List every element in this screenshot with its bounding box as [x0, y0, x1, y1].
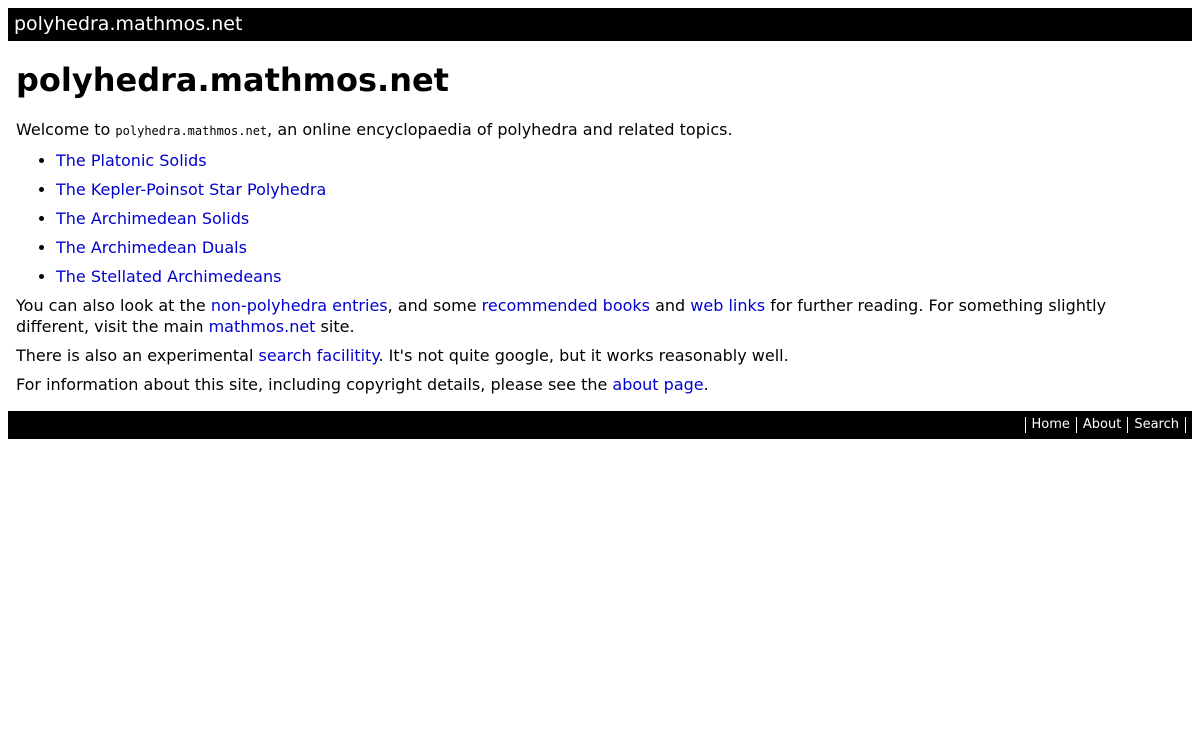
search-paragraph: There is also an experimental search fac…	[16, 345, 1184, 366]
about-paragraph: For information about this site, includi…	[16, 374, 1184, 395]
page: polyhedra.mathmos.net polyhedra.mathmos.…	[8, 8, 1192, 439]
text-segment: site.	[315, 317, 355, 336]
welcome-prefix: Welcome to	[16, 120, 116, 139]
link-search-facility[interactable]: search facilitity	[259, 346, 379, 365]
footer-about-link[interactable]: About	[1077, 417, 1129, 433]
site-title: polyhedra.mathmos.net	[14, 13, 243, 35]
link-mathmos-net[interactable]: mathmos.net	[209, 317, 316, 336]
footer-nav: Home About Search	[1024, 417, 1186, 433]
topic-list: The Platonic Solids The Kepler-Poinsot S…	[16, 150, 1184, 287]
top-bar: polyhedra.mathmos.net	[8, 8, 1192, 41]
text-segment: , and some	[387, 296, 482, 315]
page-title: polyhedra.mathmos.net	[16, 61, 449, 99]
text-segment: . It's not quite google, but it works re…	[378, 346, 789, 365]
welcome-paragraph: Welcome to polyhedra.mathmos.net, an onl…	[16, 119, 1184, 142]
text-segment: You can also look at the	[16, 296, 211, 315]
welcome-suffix: , an online encyclopaedia of polyhedra a…	[267, 120, 733, 139]
list-item: The Archimedean Duals	[56, 237, 1184, 258]
link-platonic-solids[interactable]: The Platonic Solids	[56, 151, 207, 170]
link-recommended-books[interactable]: recommended books	[482, 296, 650, 315]
link-kepler-poinsot[interactable]: The Kepler-Poinsot Star Polyhedra	[56, 180, 326, 199]
further-reading-paragraph: You can also look at the non-polyhedra e…	[16, 295, 1184, 337]
link-web-links[interactable]: web links	[690, 296, 765, 315]
footer-search-link[interactable]: Search	[1128, 417, 1186, 433]
link-stellated-archimedeans[interactable]: The Stellated Archimedeans	[56, 267, 281, 286]
link-about-page[interactable]: about page	[612, 375, 703, 394]
footer-home-link[interactable]: Home	[1026, 417, 1077, 433]
list-item: The Stellated Archimedeans	[56, 266, 1184, 287]
list-item: The Platonic Solids	[56, 150, 1184, 171]
list-item: The Archimedean Solids	[56, 208, 1184, 229]
footer-bar: Home About Search	[8, 411, 1192, 439]
text-segment: .	[703, 375, 709, 394]
text-segment: For information about this site, includi…	[16, 375, 613, 394]
link-non-polyhedra[interactable]: non-polyhedra entries	[211, 296, 388, 315]
text-segment: There is also an experimental	[16, 346, 259, 365]
welcome-site-name: polyhedra.mathmos.net	[115, 124, 268, 138]
text-segment: and	[650, 296, 691, 315]
main-content: polyhedra.mathmos.net Welcome to polyhed…	[8, 61, 1192, 395]
list-item: The Kepler-Poinsot Star Polyhedra	[56, 179, 1184, 200]
link-archimedean-duals[interactable]: The Archimedean Duals	[56, 238, 247, 257]
link-archimedean-solids[interactable]: The Archimedean Solids	[56, 209, 249, 228]
